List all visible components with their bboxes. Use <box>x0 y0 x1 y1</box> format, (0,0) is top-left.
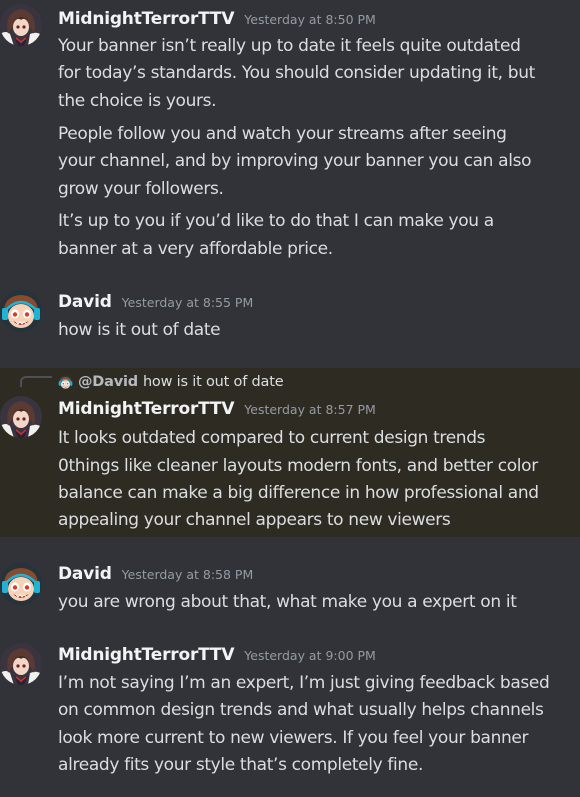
timestamp[interactable]: Yesterday at 8:55 PM <box>122 295 254 310</box>
reply-preview-text[interactable]: how is it out of date <box>143 374 284 390</box>
message-text: look more current to new viewers. If you… <box>58 728 529 748</box>
username[interactable]: David <box>58 292 112 312</box>
username[interactable]: David <box>58 564 112 584</box>
timestamp[interactable]: Yesterday at 8:50 PM <box>244 12 376 27</box>
avatar[interactable] <box>0 290 42 332</box>
avatar[interactable] <box>0 563 42 605</box>
timestamp[interactable]: Yesterday at 8:57 PM <box>244 402 376 417</box>
message-text: your channel, and by improving your bann… <box>58 151 532 171</box>
message-text: appealing your channel appears to new vi… <box>58 510 451 530</box>
message-text: on common design trends and what usually… <box>58 700 544 720</box>
message-text: you are wrong about that, what make you … <box>58 592 517 612</box>
avatar[interactable] <box>0 396 42 438</box>
message-text: Your banner isn’t really up to date it f… <box>58 36 521 56</box>
message-header: MidnightTerrorTTV Yesterday at 9:00 PM <box>58 645 376 667</box>
message-text: banner at a very affordable price. <box>58 239 333 259</box>
avatar[interactable] <box>0 643 42 685</box>
username[interactable]: MidnightTerrorTTV <box>58 9 234 29</box>
chat-message-list: MidnightTerrorTTV Yesterday at 8:50 PM Y… <box>0 0 580 797</box>
reply-reference[interactable]: @David how is it out of date <box>58 372 284 392</box>
timestamp[interactable]: Yesterday at 8:58 PM <box>122 567 254 582</box>
reply-avatar <box>58 375 73 390</box>
message-text: already fits your style that’s completel… <box>58 755 423 775</box>
username[interactable]: MidnightTerrorTTV <box>58 399 234 419</box>
message-text: 0things like cleaner layouts modern font… <box>58 456 538 476</box>
message-header: MidnightTerrorTTV Yesterday at 8:50 PM <box>58 9 376 31</box>
message-header: David Yesterday at 8:58 PM <box>58 564 253 586</box>
message-text: I’m not saying I’m an expert, I’m just g… <box>58 673 550 693</box>
message-text: how is it out of date <box>58 320 221 340</box>
message-text: the choice is yours. <box>58 91 217 111</box>
reply-mention[interactable]: @David <box>78 374 138 390</box>
message-text: grow your followers. <box>58 179 224 199</box>
message-group: MidnightTerrorTTV Yesterday at 8:50 PM Y… <box>0 0 580 270</box>
username[interactable]: MidnightTerrorTTV <box>58 645 234 665</box>
message-header: MidnightTerrorTTV Yesterday at 8:57 PM <box>58 399 376 421</box>
message-text: balance can make a big difference in how… <box>58 483 539 503</box>
message-text: It’s up to you if you’d like to do that … <box>58 211 494 231</box>
message-header: David Yesterday at 8:55 PM <box>58 292 253 314</box>
message-text: People follow you and watch your streams… <box>58 124 507 144</box>
timestamp[interactable]: Yesterday at 9:00 PM <box>244 648 376 663</box>
reply-connector <box>20 376 52 387</box>
message-text: It looks outdated compared to current de… <box>58 428 486 448</box>
message-text: for today’s standards. You should consid… <box>58 63 535 83</box>
avatar[interactable] <box>0 4 42 46</box>
